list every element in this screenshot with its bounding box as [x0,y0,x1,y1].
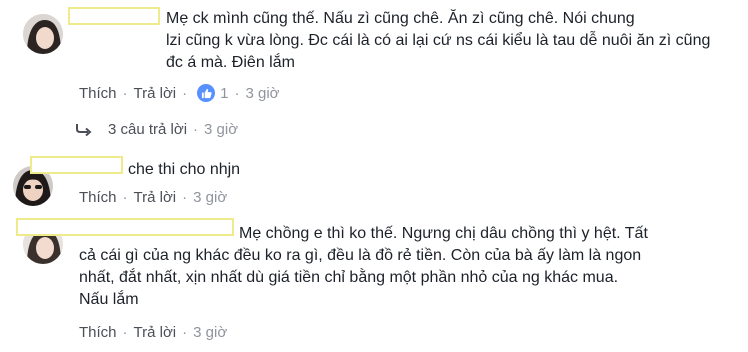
replies-count[interactable]: 3 câu trả lời [108,121,187,138]
like-button[interactable]: Thích [79,85,117,102]
avatar[interactable] [23,14,63,54]
separator-dot: · [193,120,199,138]
like-count[interactable]: 1 [220,85,228,102]
separator-dot: · [122,84,128,102]
view-replies-link[interactable]: 3 câu trả lời · 3 giờ [74,118,238,140]
separator-dot: · [234,84,240,102]
separator-dot: · [182,323,188,341]
reply-button[interactable]: Trả lời [134,324,177,341]
reply-arrow-icon [76,124,92,136]
commenter-name[interactable] [30,156,123,174]
separator-dot: · [182,84,188,102]
comment-text: che thi cho nhjn [128,161,241,178]
thumbs-up-icon[interactable] [197,84,216,102]
like-button[interactable]: Thích [79,189,117,206]
reply-button[interactable]: Trả lời [134,85,177,102]
comment-text: Mẹ chồng e thì ko thế. Ngưng chị dâu chồ… [79,225,648,308]
separator-dot: · [182,188,188,206]
comment-actions: Thích · Trả lời · 1 · 3 giờ [79,83,280,103]
comment-time[interactable]: 3 giờ [193,189,227,206]
replies-time: 3 giờ [204,120,239,138]
like-button[interactable]: Thích [79,324,117,341]
comment-time[interactable]: 3 giờ [193,324,227,341]
separator-dot: · [122,323,128,341]
commenter-name[interactable] [68,7,160,25]
comment-actions: Thích · Trả lời · 3 giờ [79,187,227,207]
reply-button[interactable]: Trả lời [134,189,177,206]
separator-dot: · [122,188,128,206]
comment-text: Mẹ ck mình cũng thế. Nấu zì cũng chê. Ăn… [166,10,711,71]
comment-time[interactable]: 3 giờ [245,85,279,102]
comment-actions: Thích · Trả lời · 3 giờ [79,322,227,342]
